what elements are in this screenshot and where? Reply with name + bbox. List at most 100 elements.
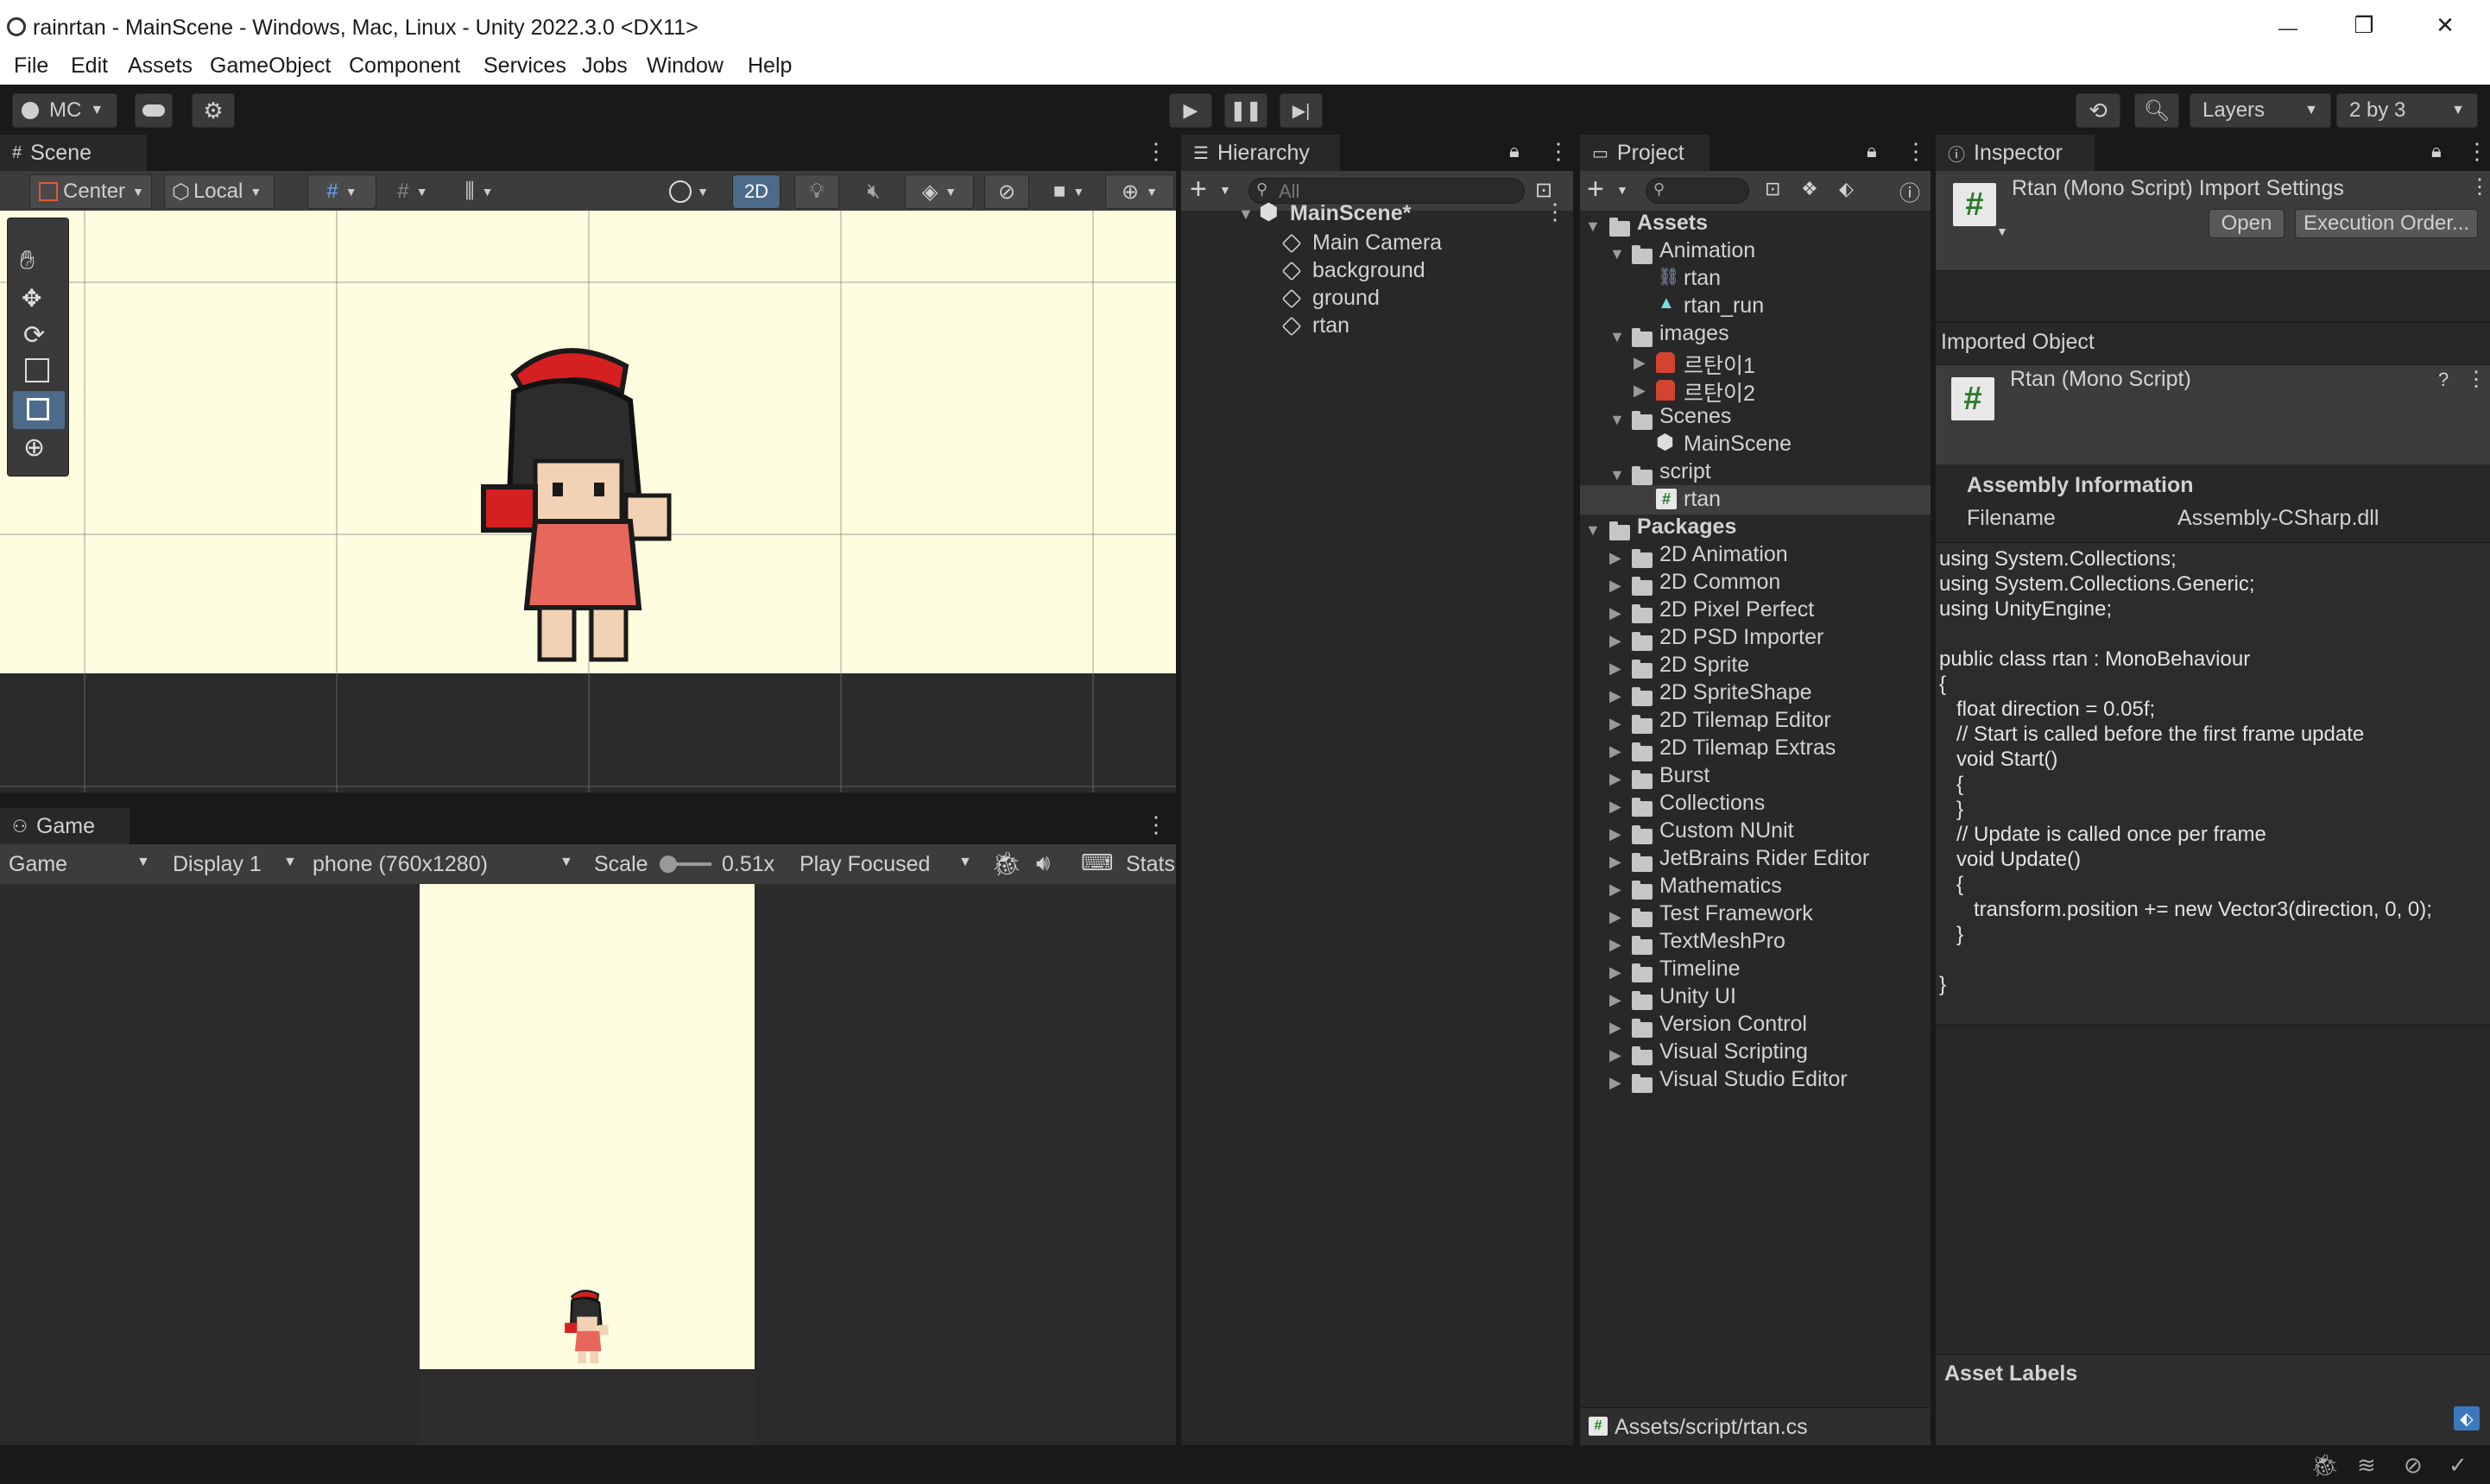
expand-arrow-icon[interactable]: ▼ <box>1609 245 1625 263</box>
tag-icon[interactable]: ⬖ <box>1839 178 1854 200</box>
package-item[interactable]: Visual Studio Editor <box>1659 1067 1848 1092</box>
scene-menu-icon[interactable]: ⋮ <box>1145 138 1167 165</box>
package-item[interactable]: Burst <box>1659 763 1710 788</box>
project-folder-images[interactable]: images <box>1659 321 1729 346</box>
create-asset-button[interactable]: + <box>1587 173 1604 206</box>
grid-toggle-button[interactable]: # ▼ <box>385 174 440 209</box>
rect-tool-icon[interactable] <box>13 391 65 429</box>
label-tag-button[interactable]: ⬖ <box>2454 1406 2480 1430</box>
project-asset[interactable]: MainScene <box>1684 432 1792 457</box>
search-by-type-icon[interactable]: ⊡ <box>1765 178 1780 200</box>
package-item[interactable]: Visual Scripting <box>1659 1039 1808 1064</box>
collapsed-arrow-icon[interactable]: ▶ <box>1609 577 1621 595</box>
collapsed-arrow-icon[interactable]: ▶ <box>1609 881 1621 899</box>
scale-slider-handle[interactable] <box>660 856 677 873</box>
project-search-input[interactable]: ⚲ <box>1646 178 1749 204</box>
menu-component[interactable]: Component <box>349 54 460 79</box>
lock-icon[interactable]: 🔒︎ <box>1867 140 1877 162</box>
collapsed-arrow-icon[interactable]: ▶ <box>1609 770 1621 788</box>
step-button[interactable]: ▶| <box>1280 93 1323 128</box>
collapsed-arrow-icon[interactable]: ▶ <box>1634 354 1646 372</box>
minimize-button[interactable]: — <box>2262 17 2314 40</box>
lock-icon[interactable]: 🔒︎ <box>1509 140 1520 162</box>
hierarchy-item[interactable]: background <box>1312 258 1425 283</box>
hierarchy-item[interactable]: Main Camera <box>1312 230 1442 256</box>
menu-edit[interactable]: Edit <box>71 54 108 79</box>
collapsed-arrow-icon[interactable]: ▶ <box>1609 991 1621 1009</box>
collapsed-arrow-icon[interactable]: ▶ <box>1609 549 1621 567</box>
menu-services[interactable]: Services <box>483 54 566 79</box>
menu-help[interactable]: Help <box>748 54 792 79</box>
package-item[interactable]: 2D PSD Importer <box>1659 625 1823 650</box>
grid-snap-button[interactable]: # ▼ <box>307 174 376 209</box>
expand-arrow-icon[interactable]: ▼ <box>1609 411 1625 429</box>
project-asset-selected[interactable]: rtan <box>1684 487 1721 512</box>
warning-icon[interactable]: ⓘ <box>1899 176 1920 206</box>
layers-dropdown[interactable]: Layers ▼ <box>2190 93 2331 128</box>
package-item[interactable]: Custom NUnit <box>1659 818 1794 843</box>
project-asset[interactable]: rtan_run <box>1684 294 1764 319</box>
stats-button[interactable]: Stats <box>1126 852 1175 877</box>
network-off-icon[interactable]: ⊘ <box>2404 1452 2423 1479</box>
expand-arrow-icon[interactable]: ▼ <box>1585 218 1601 236</box>
layout-dropdown[interactable]: 2 by 3 ▼ <box>2336 93 2478 128</box>
pivot-dropdown[interactable]: Center ▼ <box>29 174 152 209</box>
increment-snap-button[interactable]: ⫼ ▼ <box>449 174 509 209</box>
package-item[interactable]: 2D Animation <box>1659 542 1788 567</box>
collapsed-arrow-icon[interactable]: ▶ <box>1609 660 1621 678</box>
rtan-sprite[interactable] <box>432 332 725 677</box>
gizmos-dropdown[interactable]: ⊕ ▼ <box>1105 174 1174 209</box>
rotate-tool-icon[interactable]: ⟳ <box>23 320 45 350</box>
tab-inspector[interactable]: ⓘ Inspector <box>1936 135 2095 171</box>
package-item[interactable]: TextMeshPro <box>1659 929 1785 954</box>
hierarchy-item[interactable]: ground <box>1312 286 1380 311</box>
audio-toggle-button[interactable]: 🔇︎ <box>851 174 896 209</box>
package-item[interactable]: Collections <box>1659 791 1765 816</box>
keyboard-icon[interactable]: ⌨ <box>1081 849 1114 876</box>
search-button[interactable]: 🔍︎ <box>2134 93 2179 128</box>
pause-button[interactable]: ❚❚ <box>1224 93 1267 128</box>
project-folder-script[interactable]: script <box>1659 459 1711 484</box>
expand-arrow-icon[interactable]: ▼ <box>1609 328 1625 346</box>
collapsed-arrow-icon[interactable]: ▶ <box>1609 715 1621 733</box>
collapsed-arrow-icon[interactable]: ▶ <box>1609 742 1621 761</box>
collapsed-arrow-icon[interactable]: ▶ <box>1609 1019 1621 1037</box>
package-item[interactable]: Version Control <box>1659 1012 1807 1037</box>
visibility-toggle-button[interactable]: ⊘ <box>984 174 1029 209</box>
collapsed-arrow-icon[interactable]: ▶ <box>1609 853 1621 871</box>
play-button[interactable]: ▶ <box>1169 93 1212 128</box>
inspector-menu-icon[interactable]: ⋮ <box>2466 138 2488 165</box>
tab-project[interactable]: ▭ Project <box>1580 135 1710 171</box>
header-options-icon[interactable]: ⋮ <box>2469 174 2490 199</box>
layers-status-icon[interactable]: ≋ <box>2357 1452 2376 1479</box>
scale-tool-icon[interactable] <box>25 358 49 382</box>
audio-icon[interactable]: 🔊︎ <box>1036 849 1050 877</box>
game-viewport[interactable] <box>0 884 1176 1445</box>
collapsed-arrow-icon[interactable]: ▶ <box>1609 687 1621 705</box>
debug-off-icon[interactable]: 🐞︎ <box>2310 1452 2339 1479</box>
collapsed-arrow-icon[interactable]: ▶ <box>1609 632 1621 650</box>
package-item[interactable]: 2D SpriteShape <box>1659 680 1812 705</box>
scene-viewport[interactable]: ✋︎ ✥ ⟳ ⊕ <box>0 211 1176 793</box>
package-item[interactable]: 2D Pixel Perfect <box>1659 597 1814 622</box>
hierarchy-scene-name[interactable]: MainScene* <box>1290 201 1411 226</box>
undo-history-button[interactable]: ⟲ <box>2076 93 2120 128</box>
package-item[interactable]: 2D Tilemap Editor <box>1659 708 1831 733</box>
dropdown-arrow-icon[interactable]: ▼ <box>1996 224 2008 238</box>
package-item[interactable]: Timeline <box>1659 957 1741 982</box>
collapsed-arrow-icon[interactable]: ▶ <box>1609 798 1621 816</box>
project-asset[interactable]: rtan <box>1684 266 1721 291</box>
camera-dropdown[interactable]: ■ ▼ <box>1040 174 1098 209</box>
project-folder-animation[interactable]: Animation <box>1659 238 1755 263</box>
check-icon[interactable]: ✓ <box>2449 1452 2468 1479</box>
object-options-icon[interactable]: ⋮ <box>2466 367 2487 392</box>
package-item[interactable]: 2D Common <box>1659 570 1780 595</box>
lock-icon[interactable]: 🔒︎ <box>2431 140 2442 162</box>
2d-toggle-button[interactable]: 2D <box>732 174 780 209</box>
project-asset[interactable]: 르탄이1 <box>1684 349 1755 380</box>
open-button[interactable]: Open <box>2209 209 2285 238</box>
collapsed-arrow-icon[interactable]: ▶ <box>1609 604 1621 622</box>
cloud-button[interactable] <box>135 93 173 128</box>
menu-jobs[interactable]: Jobs <box>582 54 628 79</box>
package-item[interactable]: Mathematics <box>1659 874 1782 899</box>
